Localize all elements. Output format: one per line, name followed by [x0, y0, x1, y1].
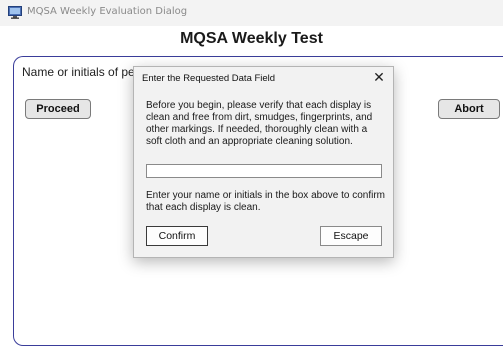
close-icon[interactable]: ✕: [371, 69, 387, 85]
name-prompt-label: Name or initials of per: [22, 65, 139, 79]
dialog-help-text: Enter your name or initials in the box a…: [146, 190, 386, 213]
window-titlebar: MQSA Weekly Evaluation Dialog: [0, 0, 503, 26]
dialog-title: Enter the Requested Data Field: [142, 73, 276, 84]
name-initials-input[interactable]: [146, 164, 382, 178]
dialog-instructions: Before you begin, please verify that eac…: [146, 100, 373, 147]
page-title: MQSA Weekly Test: [180, 30, 323, 47]
monitor-app-icon: [8, 6, 22, 19]
confirm-button[interactable]: Confirm: [146, 226, 208, 246]
data-entry-dialog: Enter the Requested Data Field ✕ Before …: [133, 66, 394, 258]
window-title: MQSA Weekly Evaluation Dialog: [27, 6, 188, 17]
escape-button[interactable]: Escape: [320, 226, 382, 246]
proceed-button[interactable]: Proceed: [25, 99, 91, 119]
abort-button[interactable]: Abort: [438, 99, 500, 119]
